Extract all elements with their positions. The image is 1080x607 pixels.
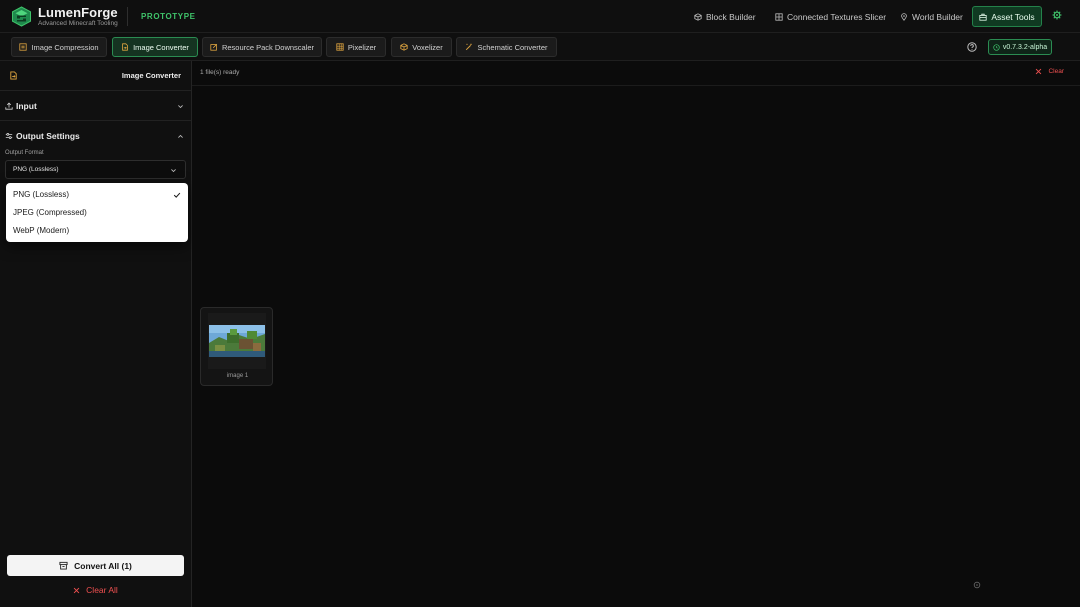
crosshair-icon[interactable]	[973, 581, 981, 589]
format-option-webp-label: WebP (Modern)	[13, 226, 70, 235]
clear-files-button[interactable]: Clear	[1035, 68, 1064, 75]
format-option-webp[interactable]: WebP (Modern)	[6, 222, 188, 240]
files-ready-status: 1 file(s) ready	[200, 69, 240, 76]
logo-icon[interactable]	[11, 6, 32, 27]
workspace-header: 1 file(s) ready Clear	[192, 61, 1080, 86]
input-section-label: Input	[16, 101, 37, 111]
output-format-dropdown: PNG (Lossless) JPEG (Compressed) WebP (M…	[6, 183, 188, 242]
version-badge[interactable]: v0.7.3.2-alpha	[988, 39, 1052, 55]
upload-icon	[5, 102, 13, 110]
nav-world-builder[interactable]: World Builder	[900, 10, 963, 24]
tab-resource-pack-downscaler[interactable]: Resource Pack Downscaler	[202, 37, 322, 57]
tab-schematic-converter[interactable]: Schematic Converter	[456, 37, 557, 57]
nav-world-builder-label: World Builder	[912, 12, 963, 22]
nav-block-builder-label: Block Builder	[706, 12, 756, 22]
output-format-select[interactable]: PNG (Lossless)	[5, 160, 186, 179]
chevron-down-icon	[178, 105, 183, 109]
tool-tab-bar: Image Compression Image Converter Resour…	[0, 33, 1080, 61]
file-thumbnail-card[interactable]: image 1	[200, 307, 273, 386]
app-name: LumenForge	[38, 5, 118, 20]
convert-all-label: Convert All (1)	[74, 560, 132, 571]
cube-stack-icon	[694, 13, 702, 21]
clear-all-label: Clear All	[86, 585, 118, 595]
clear-files-label: Clear	[1048, 68, 1064, 75]
minecraft-landscape-image	[209, 325, 265, 357]
close-icon	[1036, 68, 1042, 75]
file-convert-icon	[122, 43, 128, 51]
tab-pixelizer[interactable]: Pixelizer	[326, 37, 386, 57]
output-format-value: PNG (Lossless)	[13, 166, 59, 173]
nav-connected-textures-slicer[interactable]: Connected Textures Slicer	[775, 10, 886, 24]
brand-divider	[127, 7, 128, 26]
archive-icon	[59, 561, 68, 570]
help-icon[interactable]	[967, 42, 977, 52]
file-convert-icon	[10, 71, 17, 80]
toolbox-icon	[979, 13, 987, 21]
edit-icon	[210, 43, 218, 51]
asset-tools-button[interactable]: Asset Tools	[972, 6, 1042, 27]
wand-icon	[466, 43, 473, 51]
file-thumbnail-caption: image 1	[226, 373, 249, 379]
file-workspace: 1 file(s) ready Clear	[192, 61, 1080, 607]
pixel-grid-icon	[336, 43, 344, 51]
app-subtitle: Advanced Minecraft Tooling	[38, 20, 118, 27]
file-thumbnail-image	[208, 313, 266, 369]
format-option-png-label: PNG (Lossless)	[13, 190, 70, 199]
tab-pixelizer-label: Pixelizer	[347, 42, 377, 52]
sidebar-title: Image Converter	[121, 71, 181, 80]
format-option-jpeg[interactable]: JPEG (Compressed)	[6, 204, 188, 222]
tab-voxelizer-label: Voxelizer	[412, 42, 443, 52]
input-section-toggle[interactable]: Input	[0, 91, 191, 121]
asset-tools-label: Asset Tools	[991, 11, 1035, 22]
top-bar: LumenForge Advanced Minecraft Tooling PR…	[0, 0, 1080, 33]
check-icon	[173, 192, 181, 198]
format-option-jpeg-label: JPEG (Compressed)	[13, 208, 87, 217]
nav-block-builder[interactable]: Block Builder	[694, 10, 756, 24]
format-option-png[interactable]: PNG (Lossless)	[6, 186, 188, 204]
tab-image-compression[interactable]: Image Compression	[11, 37, 107, 57]
tab-image-compression-label: Image Compression	[31, 42, 99, 52]
version-label: v0.7.3.2-alpha	[1002, 43, 1048, 51]
grid-icon	[775, 13, 783, 21]
sliders-icon	[5, 133, 13, 139]
box-icon	[400, 43, 408, 51]
nav-connected-textures-label: Connected Textures Slicer	[787, 12, 887, 22]
clear-all-button[interactable]: Clear All	[7, 582, 184, 598]
output-settings-section-toggle[interactable]: Output Settings	[0, 121, 191, 151]
output-format-label: Output Format	[5, 150, 44, 156]
gear-icon[interactable]	[1052, 10, 1062, 20]
convert-all-button[interactable]: Convert All (1)	[7, 555, 184, 576]
map-pin-icon	[901, 13, 907, 21]
chevron-up-icon	[178, 134, 183, 138]
tab-image-converter[interactable]: Image Converter	[112, 37, 198, 57]
close-icon	[73, 587, 80, 593]
tab-resource-pack-downscaler-label: Resource Pack Downscaler	[221, 42, 315, 52]
tab-image-converter-label: Image Converter	[133, 42, 189, 52]
chevron-down-icon	[171, 169, 176, 173]
tab-schematic-converter-label: Schematic Converter	[477, 42, 548, 52]
prototype-badge: PROTOTYPE	[141, 12, 196, 21]
sidebar-header: Image Converter	[0, 61, 191, 91]
image-compress-icon	[19, 43, 28, 51]
tab-voxelizer[interactable]: Voxelizer	[391, 37, 452, 57]
output-settings-label: Output Settings	[16, 131, 80, 141]
clock-icon	[993, 43, 1000, 51]
